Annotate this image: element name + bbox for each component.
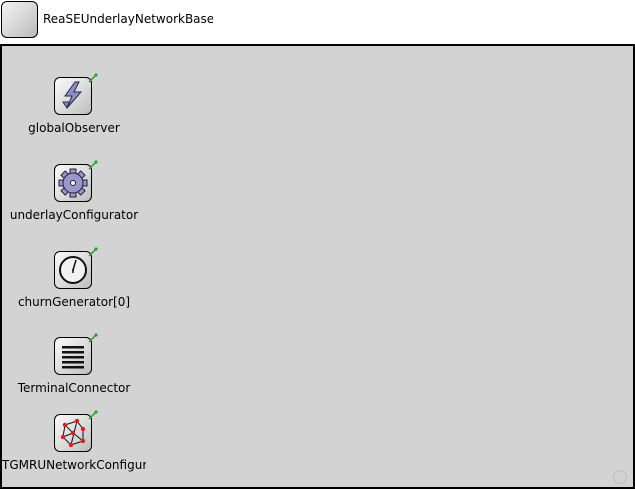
clock-icon[interactable]: [54, 251, 92, 289]
zoom-indicator-icon: [613, 470, 627, 484]
lightning-icon[interactable]: [54, 77, 92, 115]
pin-icon: [88, 73, 98, 83]
module-label: churnGenerator[0]: [17, 295, 131, 309]
module-label: globalObserver: [28, 121, 120, 135]
parent-module-icon[interactable]: [1, 1, 38, 38]
module-label: TerminalConnector: [17, 381, 131, 395]
parent-module-title: ReaSEUnderlayNetworkBase: [43, 12, 213, 26]
module-label: underlayConfigurator: [9, 208, 139, 222]
pin-icon: [88, 160, 98, 170]
list-icon[interactable]: [54, 337, 92, 375]
pin-icon: [88, 333, 98, 343]
gear-icon[interactable]: [54, 164, 92, 202]
network-editor: ReaSEUnderlayNetworkBase globalObserver: [0, 0, 635, 489]
pin-icon: [88, 247, 98, 257]
module-label: TGMRUNetworkConfigurator: [2, 458, 146, 472]
network-icon[interactable]: [54, 414, 92, 452]
pin-icon: [88, 410, 98, 420]
network-canvas[interactable]: globalObserver underlayConfigurator chur…: [0, 44, 635, 489]
